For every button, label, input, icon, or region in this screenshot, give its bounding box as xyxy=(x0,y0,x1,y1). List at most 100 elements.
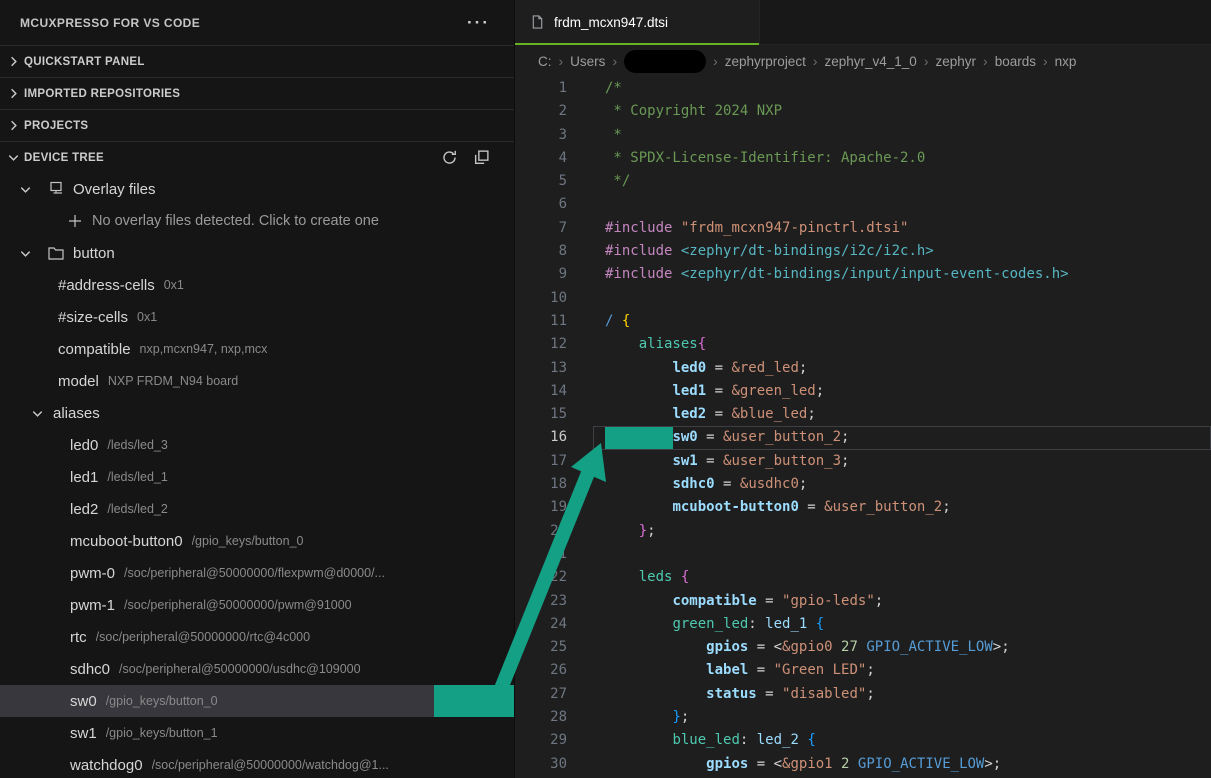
tree-item-mcuboot-button0[interactable]: mcuboot-button0/gpio_keys/button_0 xyxy=(0,525,514,557)
code-line-20[interactable]: 20 }; xyxy=(515,520,1211,543)
line-number[interactable]: 26 xyxy=(515,659,567,682)
code-line-11[interactable]: 11/ { xyxy=(515,310,1211,333)
line-number[interactable]: 28 xyxy=(515,706,567,729)
code-line-6[interactable]: 6 xyxy=(515,193,1211,216)
line-number[interactable]: 15 xyxy=(515,403,567,426)
line-number[interactable]: 1 xyxy=(515,77,567,100)
line-number[interactable]: 6 xyxy=(515,193,567,216)
line-number[interactable]: 11 xyxy=(515,310,567,333)
section-label: DEVICE TREE xyxy=(24,152,104,164)
line-number[interactable]: 9 xyxy=(515,263,567,286)
breadcrumb-item[interactable]: nxp xyxy=(1055,54,1077,69)
code-line-4[interactable]: 4 * SPDX-License-Identifier: Apache-2.0 xyxy=(515,147,1211,170)
breadcrumb-item[interactable]: Users xyxy=(570,54,605,69)
tree-item-model[interactable]: modelNXP FRDM_N94 board xyxy=(0,365,514,397)
section-quickstart-panel[interactable]: QUICKSTART PANEL xyxy=(0,45,514,77)
code-line-7[interactable]: 7#include "frdm_mcxn947-pinctrl.dtsi" xyxy=(515,217,1211,240)
tree-item-sw1[interactable]: sw1/gpio_keys/button_1 xyxy=(0,717,514,749)
line-number[interactable]: 12 xyxy=(515,333,567,356)
code-line-15[interactable]: 15 led2 = &blue_led; xyxy=(515,403,1211,426)
code-line-28[interactable]: 28 }; xyxy=(515,706,1211,729)
breadcrumb-item[interactable]: boards xyxy=(995,54,1036,69)
line-number[interactable]: 21 xyxy=(515,543,567,566)
more-actions-icon[interactable]: ··· xyxy=(467,14,490,31)
code-line-14[interactable]: 14 led1 = &green_led; xyxy=(515,380,1211,403)
code-line-3[interactable]: 3 * xyxy=(515,124,1211,147)
code-token: >; xyxy=(993,639,1010,655)
line-number[interactable]: 10 xyxy=(515,287,567,310)
tree-item-compatible[interactable]: compatiblenxp,mcxn947, nxp,mcx xyxy=(0,333,514,365)
tree-item-size-cells[interactable]: #size-cells0x1 xyxy=(0,301,514,333)
tree-item-pwm-0[interactable]: pwm-0/soc/peripheral@50000000/flexpwm@d0… xyxy=(0,557,514,589)
code-line-5[interactable]: 5 */ xyxy=(515,170,1211,193)
refresh-icon[interactable] xyxy=(441,149,458,166)
code-line-19[interactable]: 19 mcuboot-button0 = &user_button_2; xyxy=(515,496,1211,519)
section-projects[interactable]: PROJECTS xyxy=(0,109,514,141)
line-number[interactable]: 7 xyxy=(515,217,567,240)
line-number[interactable]: 18 xyxy=(515,473,567,496)
tab-frdm-mcxn947-dtsi[interactable]: frdm_mcxn947.dtsi xyxy=(515,0,760,44)
code-line-13[interactable]: 13 led0 = &red_led; xyxy=(515,357,1211,380)
code-line-17[interactable]: 17 sw1 = &user_button_3; xyxy=(515,450,1211,473)
tree-item-button-node[interactable]: button xyxy=(0,237,514,269)
line-number[interactable]: 30 xyxy=(515,753,567,776)
tree-item-create-overlay[interactable]: No overlay files detected. Click to crea… xyxy=(0,205,514,237)
code-line-25[interactable]: 25 gpios = <&gpio0 27 GPIO_ACTIVE_LOW>; xyxy=(515,636,1211,659)
code-line-30[interactable]: 30 gpios = <&gpio1 2 GPIO_ACTIVE_LOW>; xyxy=(515,753,1211,776)
code-line-23[interactable]: 23 compatible = "gpio-leds"; xyxy=(515,590,1211,613)
code-line-24[interactable]: 24 green_led: led_1 { xyxy=(515,613,1211,636)
code-line-1[interactable]: 1/* xyxy=(515,77,1211,100)
tree-item-led0[interactable]: led0/leds/led_3 xyxy=(0,429,514,461)
code-token: = xyxy=(748,662,773,678)
code-line-16[interactable]: 16 sw0 = &user_button_2; xyxy=(515,426,1211,449)
code-token: led2 xyxy=(672,406,706,422)
code-line-2[interactable]: 2 * Copyright 2024 NXP xyxy=(515,100,1211,123)
code-line-27[interactable]: 27 status = "disabled"; xyxy=(515,683,1211,706)
section-device-tree[interactable]: DEVICE TREE xyxy=(0,141,514,173)
line-number[interactable]: 16 xyxy=(515,426,567,449)
tree-item-sdhc0[interactable]: sdhc0/soc/peripheral@50000000/usdhc@1090… xyxy=(0,653,514,685)
tree-item-led2[interactable]: led2/leds/led_2 xyxy=(0,493,514,525)
code-line-18[interactable]: 18 sdhc0 = &usdhc0; xyxy=(515,473,1211,496)
line-number[interactable]: 20 xyxy=(515,520,567,543)
code-line-12[interactable]: 12 aliases{ xyxy=(515,333,1211,356)
line-number[interactable]: 17 xyxy=(515,450,567,473)
code-line-9[interactable]: 9#include <zephyr/dt-bindings/input/inpu… xyxy=(515,263,1211,286)
code-line-29[interactable]: 29 blue_led: led_2 { xyxy=(515,729,1211,752)
line-number[interactable]: 23 xyxy=(515,590,567,613)
tree-item-sw0[interactable]: sw0/gpio_keys/button_0 xyxy=(0,685,514,717)
code-line-22[interactable]: 22 leds { xyxy=(515,566,1211,589)
tree-item-overlay-files[interactable]: Overlay files xyxy=(0,173,514,205)
line-number[interactable]: 14 xyxy=(515,380,567,403)
tree-item-address-cells[interactable]: #address-cells0x1 xyxy=(0,269,514,301)
line-number[interactable]: 8 xyxy=(515,240,567,263)
breadcrumb-item[interactable]: zephyr xyxy=(936,54,977,69)
tree-item-label: No overlay files detected. Click to crea… xyxy=(92,213,379,229)
section-imported-repositories[interactable]: IMPORTED REPOSITORIES xyxy=(0,77,514,109)
line-number[interactable]: 24 xyxy=(515,613,567,636)
line-number[interactable]: 3 xyxy=(515,124,567,147)
line-text: sw1 = &user_button_3; xyxy=(605,450,849,473)
line-number[interactable]: 5 xyxy=(515,170,567,193)
tree-item-aliases[interactable]: aliases xyxy=(0,397,514,429)
code-line-26[interactable]: 26 label = "Green LED"; xyxy=(515,659,1211,682)
tree-item-rtc[interactable]: rtc/soc/peripheral@50000000/rtc@4c000 xyxy=(0,621,514,653)
line-number[interactable]: 2 xyxy=(515,100,567,123)
breadcrumb-item[interactable]: zephyrproject xyxy=(725,54,806,69)
code-line-10[interactable]: 10 xyxy=(515,287,1211,310)
code-line-21[interactable]: 21 xyxy=(515,543,1211,566)
collapse-all-icon[interactable] xyxy=(473,149,490,166)
tree-item-led1[interactable]: led1/leds/led_1 xyxy=(0,461,514,493)
breadcrumb-item[interactable]: C: xyxy=(538,54,552,69)
line-number[interactable]: 13 xyxy=(515,357,567,380)
breadcrumb-item[interactable]: zephyr_v4_1_0 xyxy=(825,54,917,69)
code-line-8[interactable]: 8#include <zephyr/dt-bindings/i2c/i2c.h> xyxy=(515,240,1211,263)
line-number[interactable]: 22 xyxy=(515,566,567,589)
line-number[interactable]: 27 xyxy=(515,683,567,706)
line-number[interactable]: 4 xyxy=(515,147,567,170)
line-number[interactable]: 25 xyxy=(515,636,567,659)
line-number[interactable]: 19 xyxy=(515,496,567,519)
tree-item-watchdog0[interactable]: watchdog0/soc/peripheral@50000000/watchd… xyxy=(0,749,514,778)
line-number[interactable]: 29 xyxy=(515,729,567,752)
tree-item-pwm-1[interactable]: pwm-1/soc/peripheral@50000000/pwm@91000 xyxy=(0,589,514,621)
